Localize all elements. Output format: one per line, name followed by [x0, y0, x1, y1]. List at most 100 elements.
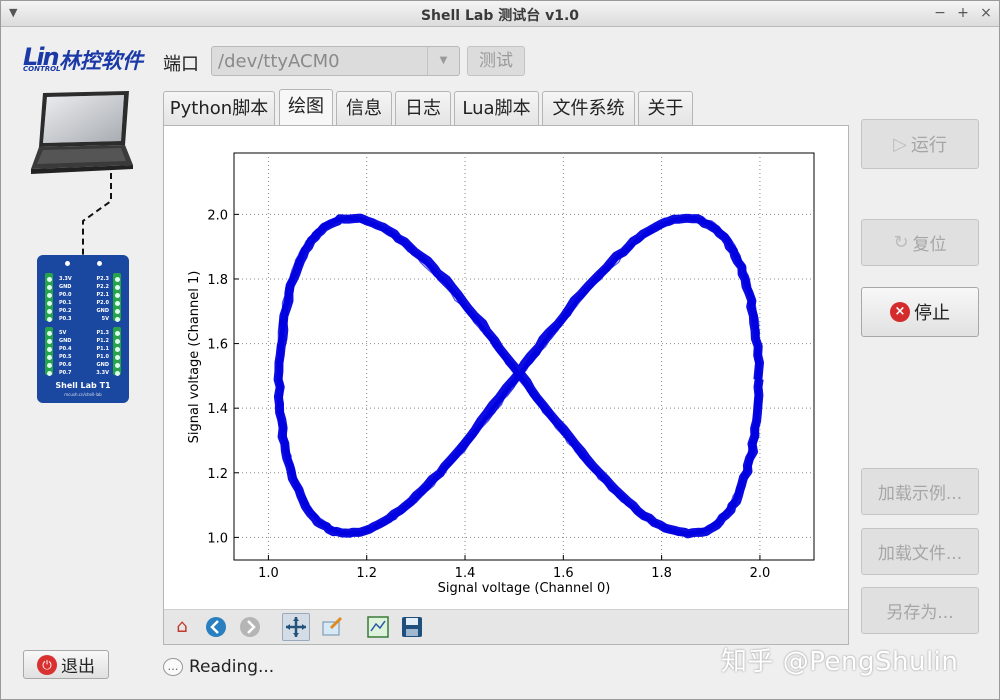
board-pin [115, 347, 120, 352]
x-tick-label: 1.6 [553, 566, 574, 581]
board-pin [47, 331, 52, 336]
maximize-button[interactable]: + [954, 4, 972, 22]
exit-button[interactable]: ⏻ 退出 [23, 650, 109, 679]
forward-icon[interactable] [236, 613, 264, 641]
plot-toolbar: ⌂ [164, 609, 848, 644]
x-axis-label: Signal voltage (Channel 0) [438, 581, 611, 596]
y-tick-label: 1.6 [207, 338, 228, 353]
reset-label: 复位 [912, 235, 947, 255]
board-pin [115, 277, 120, 282]
pan-icon[interactable] [282, 613, 310, 641]
reset-button[interactable]: ↻ 复位 [861, 219, 979, 266]
message-icon: … [163, 658, 183, 676]
board-pin-label: P1.2 [96, 338, 109, 344]
x-tick-label: 1.4 [455, 566, 476, 581]
minimize-button[interactable]: − [931, 4, 949, 22]
board-pin-label: P2.2 [96, 284, 109, 290]
board-pin-label: P0.6 [59, 362, 72, 368]
tab-plot[interactable]: 绘图 [279, 89, 333, 127]
zoom-icon[interactable] [318, 613, 346, 641]
board-pin [115, 355, 120, 360]
load-example-button[interactable]: 加载示例... [861, 468, 979, 515]
board-pin-label: 3.3V [96, 370, 109, 376]
board-pin [47, 347, 52, 352]
back-icon[interactable] [202, 613, 230, 641]
x-tick-label: 2.0 [750, 566, 771, 581]
board-pin [115, 371, 120, 376]
port-label: 端口 [163, 54, 199, 75]
run-button[interactable]: ▷ 运行 [861, 119, 979, 169]
board-pin-label: P0.2 [59, 308, 72, 314]
close-button[interactable]: × [977, 4, 995, 22]
home-icon[interactable]: ⌂ [168, 613, 196, 641]
board-pin-label: 5V [59, 330, 67, 336]
plot-canvas[interactable]: 1.0 1.2 1.4 1.6 1.8 2.0 1.0 1.2 1.4 1.6 1.8 2.0 Sig… [164, 126, 848, 609]
port-select[interactable]: /dev/ttyACM0 ▼ [211, 46, 460, 76]
board-pin-label: P0.1 [59, 300, 72, 306]
chevron-down-icon[interactable]: ▼ [427, 47, 459, 75]
plot-panel: 1.0 1.2 1.4 1.6 1.8 2.0 1.0 1.2 1.4 1.6 1.8 2.0 Sig… [163, 125, 849, 645]
y-tick-label: 1.0 [207, 531, 228, 546]
x-tick-label: 1.0 [258, 566, 279, 581]
tab-about[interactable]: 关于 [638, 91, 693, 126]
board-pin-label: P2.1 [96, 292, 109, 298]
y-tick-label: 1.4 [207, 402, 228, 417]
board-pin [47, 363, 52, 368]
title-bar: ▼ Shell Lab 测试台 v1.0 − + × [1, 1, 999, 27]
board-pin-label: 5V [101, 316, 109, 322]
save-as-button[interactable]: 另存为... [861, 587, 979, 634]
board-pin-label: P0.5 [59, 354, 72, 360]
y-tick-label: 1.2 [207, 467, 228, 482]
board-pin-label: GND [96, 362, 109, 368]
reset-icon: ↻ [893, 232, 909, 253]
save-icon[interactable] [398, 613, 426, 641]
subplots-config-icon[interactable] [364, 613, 392, 641]
x-tick-label: 1.8 [651, 566, 672, 581]
board-pin [115, 285, 120, 290]
board-url: mcush.cn/shell-lab [64, 392, 102, 397]
board-pin-label: P0.7 [59, 370, 72, 376]
test-button[interactable]: 测试 [467, 46, 525, 76]
board-pin-label: P0.0 [59, 292, 72, 298]
tab-lua-script[interactable]: Lua脚本 [454, 91, 539, 126]
board-pin-label: 3.3V [59, 276, 72, 282]
board-pin [115, 331, 120, 336]
laptop-icon [31, 91, 133, 174]
board-pin [47, 309, 52, 314]
board-pin [47, 293, 52, 298]
power-icon: ⏻ [37, 654, 57, 675]
board-pin-label: GND [59, 338, 72, 344]
stop-button[interactable]: × 停止 [861, 287, 979, 337]
board-pin [47, 317, 52, 322]
board-name: Shell Lab T1 [55, 381, 111, 390]
status-text: Reading... [189, 657, 275, 677]
board-pin-label: P1.0 [96, 354, 109, 360]
load-file-button[interactable]: 加载文件... [861, 528, 979, 575]
run-label: 运行 [910, 135, 947, 156]
board-pin [115, 317, 120, 322]
port-value: /dev/ttyACM0 [218, 51, 340, 72]
main-window: ▼ Shell Lab 测试台 v1.0 − + × Lin CONTROL 林… [0, 0, 1000, 700]
company-logo: Lin CONTROL 林控软件 [21, 43, 146, 75]
board-pin [47, 355, 52, 360]
board-pin [47, 277, 52, 282]
status-bar: … Reading... [163, 657, 274, 677]
window-title: Shell Lab 测试台 v1.0 [420, 8, 580, 24]
watermark-text: 知乎 @PengShulin [721, 647, 959, 677]
board-pin-label: P0.3 [59, 316, 72, 322]
logo-control-text: CONTROL [23, 65, 61, 73]
tab-python-script[interactable]: Python脚本 [163, 91, 275, 126]
y-tick-label: 2.0 [207, 208, 228, 223]
board-pin-label: P2.3 [96, 276, 109, 282]
board-pin [47, 339, 52, 344]
shell-lab-board-icon: Shell Lab T1 mcush.cn/shell-lab 3.3V GND P… [37, 255, 129, 403]
tab-log[interactable]: 日志 [395, 91, 451, 126]
tab-file-system[interactable]: 文件系统 [542, 91, 635, 126]
tab-info[interactable]: 信息 [336, 91, 392, 126]
play-icon: ▷ [893, 133, 907, 155]
board-pin [115, 293, 120, 298]
usb-cable-icon [82, 173, 112, 257]
board-pin-label: P2.0 [96, 300, 109, 306]
stop-label: 停止 [914, 303, 950, 324]
board-pin [115, 309, 120, 314]
